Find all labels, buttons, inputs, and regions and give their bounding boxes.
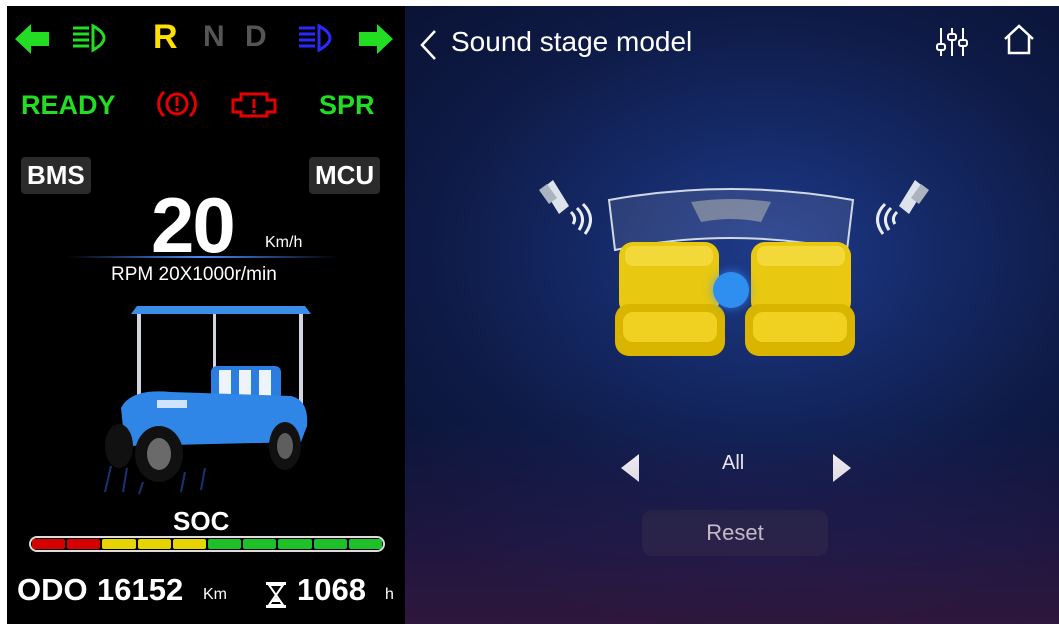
- odo-label: ODO: [17, 572, 88, 607]
- left-turn-arrow-icon: [15, 24, 49, 54]
- soc-segment: [278, 539, 312, 549]
- soc-segment: [137, 539, 171, 549]
- sound-stage-panel: Sound stage model All Reset: [405, 6, 1059, 624]
- page-title: Sound stage model: [451, 26, 693, 57]
- motor-fault-icon: [231, 92, 277, 118]
- speed-unit: Km/h: [265, 234, 303, 251]
- soc-segment: [208, 539, 242, 549]
- next-arrow-icon[interactable]: [831, 452, 853, 484]
- soc-label: SOC: [173, 506, 230, 536]
- right-speaker-icon: [876, 180, 929, 235]
- high-beam-icon: [299, 23, 332, 53]
- gear-n: N: [203, 20, 225, 53]
- instrument-cluster: R N D READY SPR BMS MCU 20 Km/h RPM 20X1…: [7, 6, 405, 624]
- soc-segment: [313, 539, 347, 549]
- mode-value: All: [722, 452, 745, 474]
- low-beam-icon: [73, 23, 106, 53]
- soc-segment: [348, 539, 383, 549]
- hours-unit: h: [385, 586, 394, 603]
- odo-unit: Km: [203, 586, 227, 603]
- home-icon[interactable]: [1001, 22, 1037, 58]
- parking-brake-icon: [157, 90, 197, 118]
- seat-icon: [745, 242, 855, 356]
- gear-r: R: [153, 18, 178, 56]
- mcu-button[interactable]: MCU: [309, 157, 381, 194]
- ready-indicator: READY: [21, 90, 116, 120]
- soc-segment: [67, 539, 101, 549]
- focus-dot-icon[interactable]: [713, 272, 749, 308]
- hours-value: 1068: [297, 572, 366, 607]
- golf-cart-image: [104, 306, 311, 495]
- left-speaker-icon: [539, 180, 592, 235]
- odo-value: 16152: [97, 572, 184, 607]
- gear-d: D: [245, 20, 267, 53]
- soc-bar: [29, 536, 385, 552]
- equalizer-icon[interactable]: [934, 24, 970, 60]
- soc-segment: [32, 539, 66, 549]
- bms-button[interactable]: BMS: [21, 157, 91, 194]
- hourglass-icon: [266, 582, 286, 608]
- seat-icon: [615, 242, 725, 356]
- reset-button[interactable]: Reset: [642, 510, 828, 556]
- rpm-readout: RPM 20X1000r/min: [111, 264, 277, 285]
- soc-segment: [243, 539, 277, 549]
- spr-indicator: SPR: [319, 90, 375, 120]
- chevron-left-icon[interactable]: [417, 28, 439, 62]
- speed-underline: [67, 256, 337, 258]
- prev-arrow-icon[interactable]: [619, 452, 641, 484]
- soc-segment: [172, 539, 207, 549]
- soc-segment: [102, 539, 136, 549]
- right-turn-arrow-icon: [359, 24, 393, 54]
